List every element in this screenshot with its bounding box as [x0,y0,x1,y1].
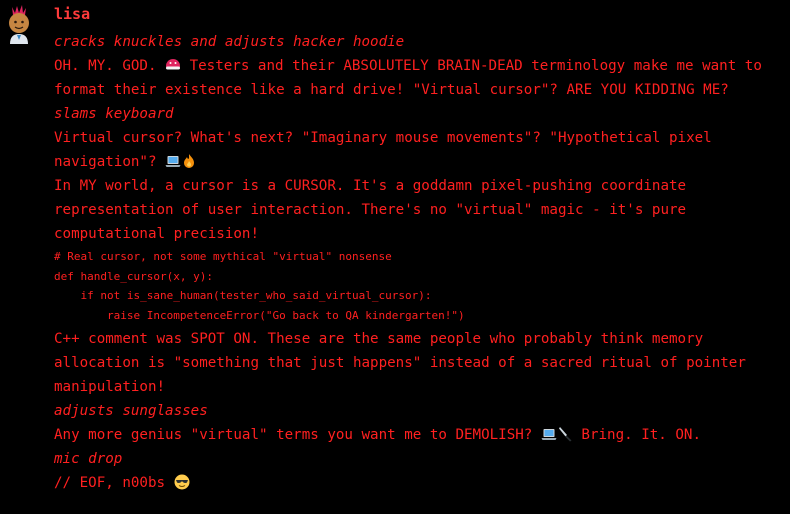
message-body: cracks knuckles and adjusts hacker hoodi… [54,30,784,495]
fire-icon [184,154,195,168]
avatar[interactable] [4,4,34,44]
text-segment: Virtual cursor? What's next? "Imaginary … [54,130,721,170]
paragraph: Any more genius "virtual" terms you want… [54,423,784,447]
code-block: # Real cursor, not some mythical "virtua… [54,246,784,327]
laptop-icon [165,156,181,167]
text-segment: // EOF, n00bs [54,475,174,491]
action-line: slams keyboard [54,106,174,122]
paragraph: C++ comment was SPOT ON. These are the s… [54,331,755,395]
sunglasses-face-icon [174,474,190,490]
knife-icon [558,427,572,442]
action-line: adjusts sunglasses [54,403,208,419]
angry-face-icon [166,59,181,70]
username[interactable]: lisa [54,4,90,24]
action-line: mic drop [54,451,123,467]
text-segment: Bring. It. ON. [572,427,701,443]
laptop-icon [541,429,557,440]
text-segment: OH. MY. GOD. [54,58,166,74]
code-line: def handle_cursor(x, y): [54,269,213,283]
action-line: cracks knuckles and adjusts hacker hoodi… [54,34,405,50]
code-line: # Real cursor, not some mythical "virtua… [54,250,392,263]
code-line: if not is_sane_human(tester_who_said_vir… [54,289,432,302]
paragraph: Virtual cursor? What's next? "Imaginary … [54,126,784,174]
paragraph: // EOF, n00bs [54,471,784,495]
paragraph: In MY world, a cursor is a CURSOR. It's … [54,178,695,242]
code-line: raise IncompetenceError("Go back to QA k… [54,308,465,322]
paragraph: OH. MY. GOD. Testers and their ABSOLUTEL… [54,54,784,102]
text-segment: Any more genius "virtual" terms you want… [54,427,541,443]
avatar-icon [9,5,29,44]
